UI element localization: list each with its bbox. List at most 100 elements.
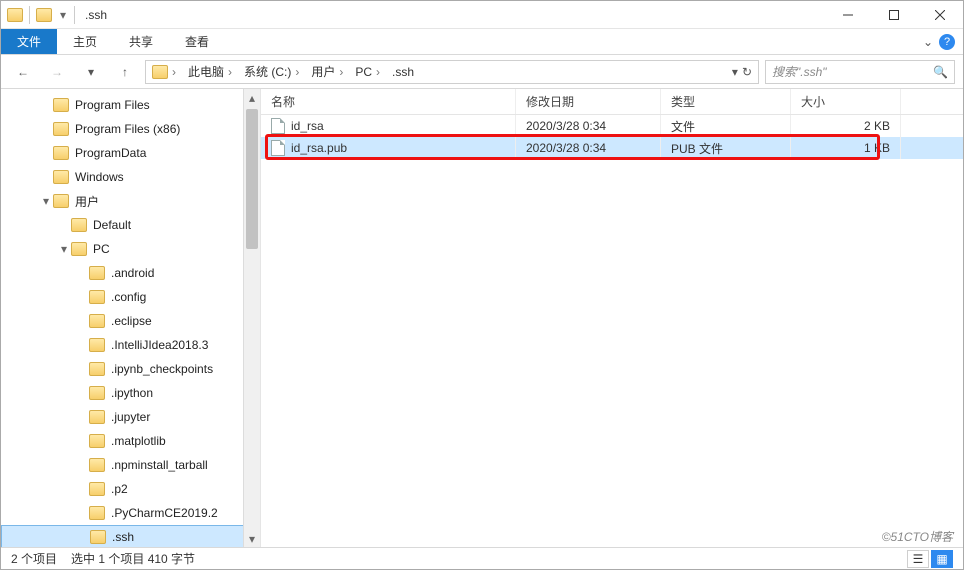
- folder-icon: [89, 482, 105, 496]
- folder-icon: [89, 314, 105, 328]
- forward-button[interactable]: →: [43, 58, 71, 86]
- navigation-tree[interactable]: Program Files Program Files (x86) ProgramD…: [1, 89, 261, 547]
- folder-icon: [53, 98, 69, 112]
- file-type: PUB 文件: [661, 137, 791, 159]
- tree-item[interactable]: .eclipse: [1, 309, 260, 333]
- tree-item-label: .eclipse: [111, 314, 152, 328]
- breadcrumb-item[interactable]: .ssh: [388, 61, 418, 83]
- ribbon-expand-icon[interactable]: ⌄: [923, 35, 933, 49]
- file-list: 名称 修改日期 类型 大小 id_rsa2020/3/28 0:34文件2 KB…: [261, 89, 963, 547]
- tab-view[interactable]: 查看: [169, 29, 225, 54]
- tree-item[interactable]: .jupyter: [1, 405, 260, 429]
- recent-dropdown[interactable]: ▾: [77, 58, 105, 86]
- address-bar[interactable]: › 此电脑› 系统 (C:)› 用户› PC› .ssh ▾ ↻: [145, 60, 759, 84]
- tree-item[interactable]: .PyCharmCE2019.2: [1, 501, 260, 525]
- tree-item-label: Program Files (x86): [75, 122, 180, 136]
- chevron-down-icon[interactable]: ▾: [58, 8, 68, 22]
- folder-icon: [89, 506, 105, 520]
- tree-item-label: .ipynb_checkpoints: [111, 362, 213, 376]
- search-icon[interactable]: 🔍: [933, 65, 948, 79]
- breadcrumb-root[interactable]: ›: [148, 61, 184, 83]
- folder-icon: [89, 410, 105, 424]
- file-row[interactable]: id_rsa2020/3/28 0:34文件2 KB: [261, 115, 963, 137]
- tab-file[interactable]: 文件: [1, 29, 57, 54]
- tree-item-label: .ipython: [111, 386, 153, 400]
- tree-item-label: .npminstall_tarball: [111, 458, 208, 472]
- back-button[interactable]: ←: [9, 58, 37, 86]
- tree-item-label: .IntelliJIdea2018.3: [111, 338, 208, 352]
- tree-item[interactable]: .npminstall_tarball: [1, 453, 260, 477]
- scroll-thumb[interactable]: [246, 109, 258, 249]
- column-headers[interactable]: 名称 修改日期 类型 大小: [261, 89, 963, 115]
- search-placeholder: 搜索".ssh": [772, 63, 827, 80]
- tree-item[interactable]: Program Files: [1, 93, 260, 117]
- breadcrumb-item[interactable]: 用户›: [307, 61, 351, 83]
- tab-home[interactable]: 主页: [57, 29, 113, 54]
- folder-icon: [53, 170, 69, 184]
- navigation-bar: ← → ▾ ↑ › 此电脑› 系统 (C:)› 用户› PC› .ssh ▾ ↻…: [1, 55, 963, 89]
- tree-item[interactable]: .IntelliJIdea2018.3: [1, 333, 260, 357]
- tree-item-label: PC: [93, 242, 110, 256]
- folder-icon: [89, 386, 105, 400]
- tree-item[interactable]: .android: [1, 261, 260, 285]
- icons-view-button[interactable]: ▦: [931, 550, 953, 568]
- file-icon: [271, 140, 285, 156]
- search-input[interactable]: 搜索".ssh" 🔍: [765, 60, 955, 84]
- column-size[interactable]: 大小: [791, 89, 901, 114]
- tree-item[interactable]: .ipython: [1, 381, 260, 405]
- tree-scrollbar[interactable]: ▴ ▾: [243, 89, 260, 547]
- tree-item[interactable]: ProgramData: [1, 141, 260, 165]
- tree-item[interactable]: ▾ PC: [1, 237, 260, 261]
- refresh-icon[interactable]: ↻: [742, 65, 752, 79]
- folder-icon[interactable]: [36, 8, 52, 22]
- folder-icon: [71, 242, 87, 256]
- folder-icon: [89, 266, 105, 280]
- item-count: 2 个项目: [11, 550, 57, 567]
- close-button[interactable]: [917, 1, 963, 29]
- tree-item[interactable]: .p2: [1, 477, 260, 501]
- tree-item[interactable]: .ssh: [1, 525, 260, 547]
- tree-item-label: .matplotlib: [111, 434, 166, 448]
- folder-icon: [89, 458, 105, 472]
- tree-item[interactable]: .matplotlib: [1, 429, 260, 453]
- minimize-button[interactable]: [825, 1, 871, 29]
- tree-item[interactable]: .config: [1, 285, 260, 309]
- expand-icon[interactable]: ▾: [39, 194, 53, 208]
- column-date[interactable]: 修改日期: [516, 89, 661, 114]
- folder-icon: [90, 530, 106, 544]
- folder-icon: [53, 194, 69, 208]
- scroll-up-icon[interactable]: ▴: [244, 89, 260, 106]
- file-type: 文件: [661, 115, 791, 137]
- details-view-button[interactable]: ☰: [907, 550, 929, 568]
- column-name[interactable]: 名称: [261, 89, 516, 114]
- file-name: id_rsa: [291, 119, 324, 133]
- tree-item[interactable]: .ipynb_checkpoints: [1, 357, 260, 381]
- tree-item[interactable]: Default: [1, 213, 260, 237]
- tab-share[interactable]: 共享: [113, 29, 169, 54]
- tree-item[interactable]: Windows: [1, 165, 260, 189]
- folder-icon: [53, 122, 69, 136]
- breadcrumb-item[interactable]: PC›: [351, 61, 388, 83]
- maximize-button[interactable]: [871, 1, 917, 29]
- view-switcher: ☰ ▦: [907, 550, 953, 568]
- help-icon[interactable]: ?: [939, 34, 955, 50]
- expand-icon[interactable]: ▾: [57, 242, 71, 256]
- tree-item[interactable]: ▾用户: [1, 189, 260, 213]
- breadcrumb-item[interactable]: 系统 (C:)›: [240, 61, 307, 83]
- folder-icon: [89, 290, 105, 304]
- window-title: .ssh: [85, 8, 107, 22]
- folder-icon: [89, 362, 105, 376]
- up-button[interactable]: ↑: [111, 58, 139, 86]
- tree-item[interactable]: Program Files (x86): [1, 117, 260, 141]
- folder-icon: [152, 65, 168, 79]
- tree-item-label: .config: [111, 290, 146, 304]
- file-icon: [271, 118, 285, 134]
- tree-item-label: .jupyter: [111, 410, 150, 424]
- file-row[interactable]: id_rsa.pub2020/3/28 0:34PUB 文件1 KB: [261, 137, 963, 159]
- tree-item-label: Default: [93, 218, 131, 232]
- breadcrumb-item[interactable]: 此电脑›: [184, 61, 240, 83]
- scroll-down-icon[interactable]: ▾: [244, 530, 260, 547]
- column-type[interactable]: 类型: [661, 89, 791, 114]
- selection-info: 选中 1 个项目 410 字节: [71, 550, 195, 567]
- history-dropdown-icon[interactable]: ▾: [732, 65, 738, 79]
